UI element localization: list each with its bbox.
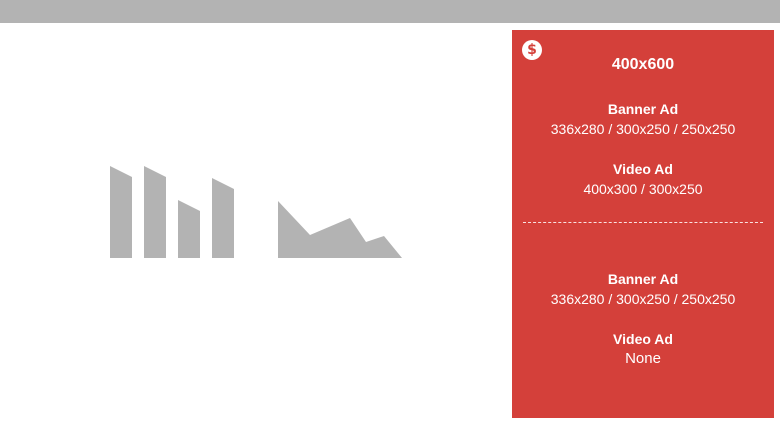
video-ad-block-top: Video Ad 400x300 / 300x250 [512,159,774,199]
ad-unit-size: 400x600 [611,56,675,73]
banner-ad-sizes: 336x280 / 300x250 / 250x250 [550,121,736,137]
banner-ad-label: Banner Ad [607,271,679,287]
bar-1 [110,166,132,258]
bar-2 [144,166,166,258]
video-ad-block-bottom: Video Ad None [512,329,774,369]
bar-4 [212,178,234,258]
chart-illustration [110,166,402,258]
video-ad-sizes: None [625,350,661,367]
section-divider [523,222,763,223]
video-ad-sizes: 400x300 / 300x250 [583,181,703,197]
banner-ad-block-top: Banner Ad 336x280 / 300x250 / 250x250 [512,99,774,139]
bar-3 [178,200,200,258]
top-bar [0,0,780,23]
ad-info-panel: $ 400x600 Banner Ad 336x280 / 300x250 / … [512,30,774,418]
banner-ad-block-bottom: Banner Ad 336x280 / 300x250 / 250x250 [512,269,774,309]
banner-ad-sizes: 336x280 / 300x250 / 250x250 [550,291,736,307]
area-shape [278,201,402,258]
video-ad-label: Video Ad [613,331,673,347]
banner-ad-label: Banner Ad [607,101,679,117]
video-ad-label: Video Ad [613,161,673,177]
